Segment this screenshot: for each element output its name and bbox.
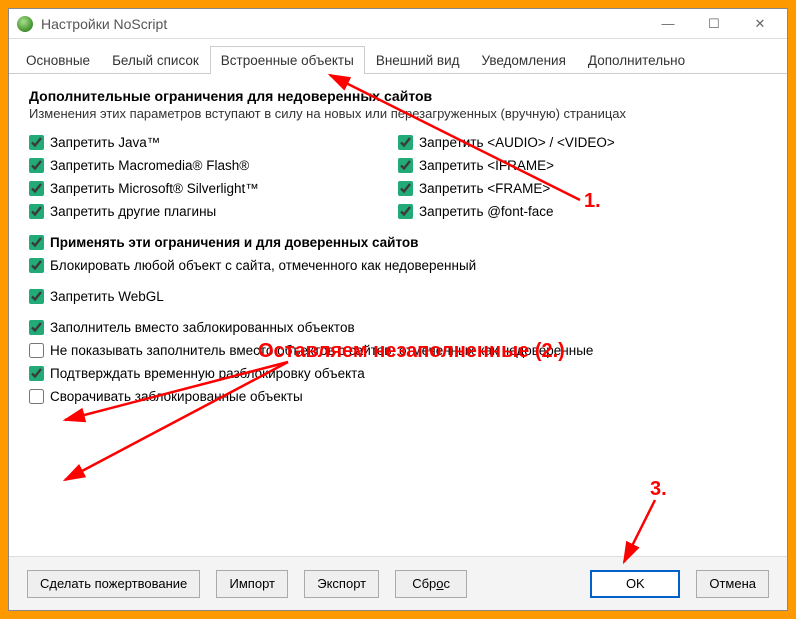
ok-button[interactable]: OK (590, 570, 680, 598)
tab-appearance[interactable]: Внешний вид (365, 46, 471, 74)
check-silverlight[interactable]: Запретить Microsoft® Silverlight™ (29, 177, 398, 200)
check-webgl[interactable]: Запретить WebGL (29, 285, 767, 308)
settings-window: Настройки NoScript — ☐ ✕ Основные Белый … (8, 8, 788, 611)
tab-general[interactable]: Основные (15, 46, 101, 74)
check-audio-video[interactable]: Запретить <AUDIO> / <VIDEO> (398, 131, 767, 154)
tab-whitelist[interactable]: Белый список (101, 46, 210, 74)
check-hide-untrusted-placeholder[interactable]: Не показывать заполнитель вместо объекто… (29, 339, 767, 362)
minimize-button[interactable]: — (645, 9, 691, 39)
tab-strip: Основные Белый список Встроенные объекты… (9, 39, 787, 74)
check-confirm-unblock[interactable]: Подтверждать временную разблокировку объ… (29, 362, 767, 385)
section-subtitle: Изменения этих параметров вступают в сил… (29, 106, 767, 121)
import-button[interactable]: Импорт (216, 570, 288, 598)
export-button[interactable]: Экспорт (304, 570, 379, 598)
tab-embedded[interactable]: Встроенные объекты (210, 46, 365, 74)
check-frame[interactable]: Запретить <FRAME> (398, 177, 767, 200)
check-placeholder[interactable]: Заполнитель вместо заблокированных объек… (29, 316, 767, 339)
window-title: Настройки NoScript (41, 16, 645, 32)
check-other-plugins[interactable]: Запретить другие плагины (29, 200, 398, 223)
check-iframe[interactable]: Запретить <IFRAME> (398, 154, 767, 177)
tab-notifications[interactable]: Уведомления (471, 46, 577, 74)
donate-button[interactable]: Сделать пожертвование (27, 570, 200, 598)
button-bar: Сделать пожертвование Импорт Экспорт Сбр… (9, 556, 787, 610)
app-icon (17, 16, 33, 32)
check-apply-trusted[interactable]: Применять эти ограничения и для доверенн… (29, 231, 767, 254)
tab-advanced[interactable]: Дополнительно (577, 46, 696, 74)
check-fontface[interactable]: Запретить @font-face (398, 200, 767, 223)
check-block-untrusted-any[interactable]: Блокировать любой объект с сайта, отмече… (29, 254, 767, 277)
titlebar: Настройки NoScript — ☐ ✕ (9, 9, 787, 39)
reset-button[interactable]: Сброс (395, 570, 467, 598)
cancel-button[interactable]: Отмена (696, 570, 769, 598)
check-java[interactable]: Запретить Java™ (29, 131, 398, 154)
maximize-button[interactable]: ☐ (691, 9, 737, 39)
tab-content: Дополнительные ограничения для недоверен… (9, 74, 787, 556)
close-button[interactable]: ✕ (737, 9, 783, 39)
section-title: Дополнительные ограничения для недоверен… (29, 88, 767, 104)
check-collapse-blocked[interactable]: Сворачивать заблокированные объекты (29, 385, 767, 408)
check-flash[interactable]: Запретить Macromedia® Flash® (29, 154, 398, 177)
